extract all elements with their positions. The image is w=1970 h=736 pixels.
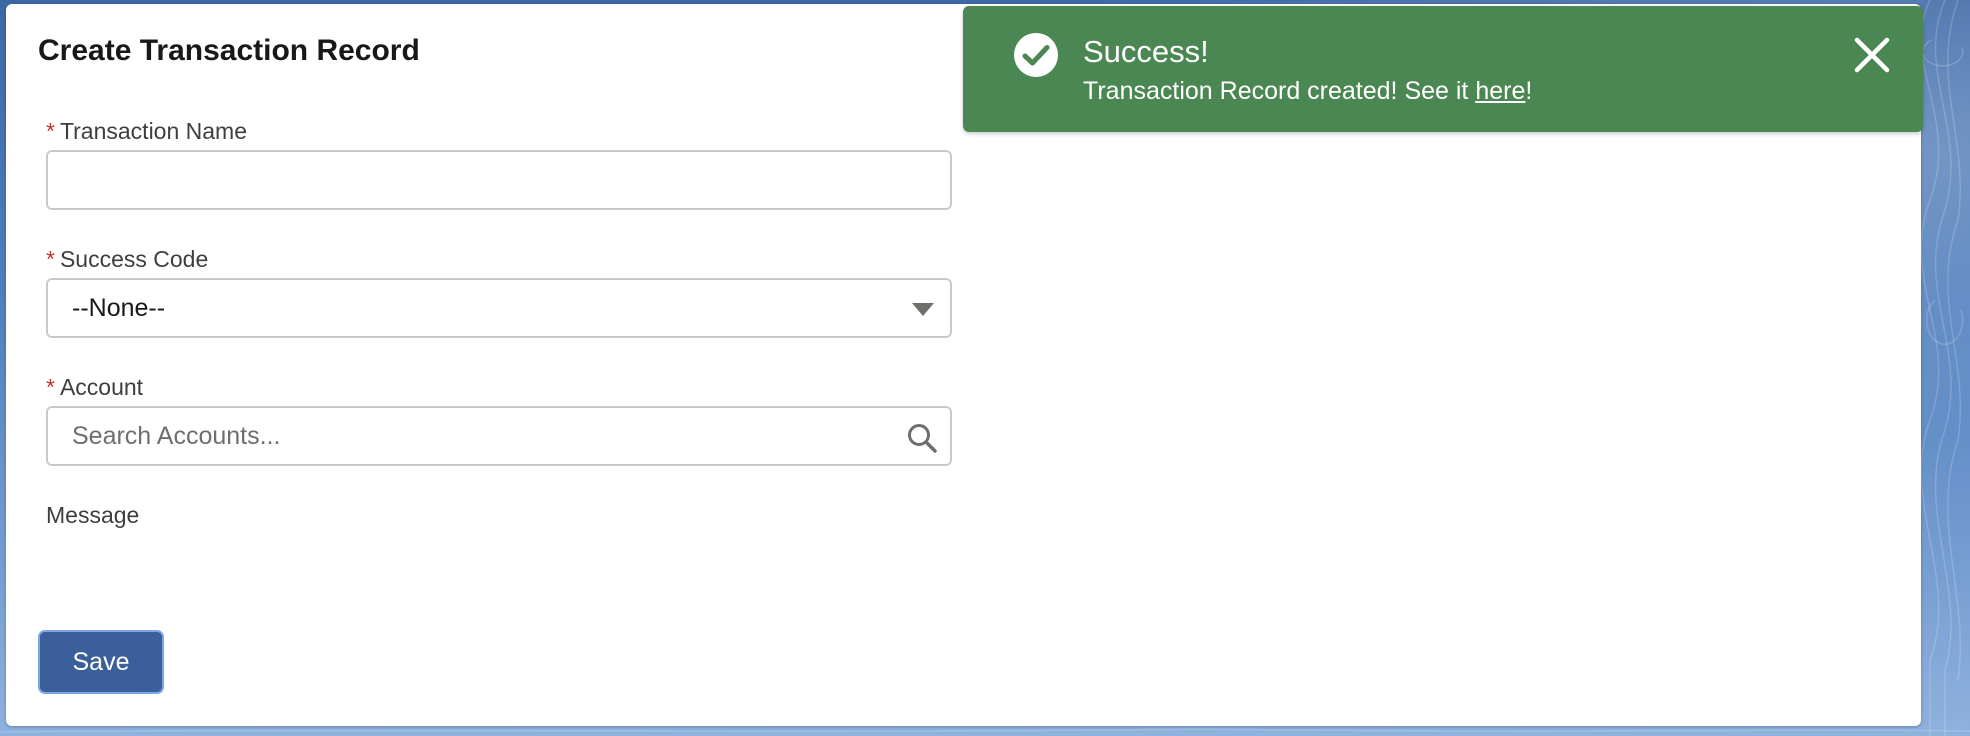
toast-title: Success! <box>1083 34 1209 69</box>
transaction-name-label: * Transaction Name <box>46 118 247 145</box>
required-marker: * <box>46 374 55 400</box>
toast-record-link[interactable]: here <box>1475 77 1525 105</box>
success-code-label-text: Success Code <box>59 246 209 272</box>
toast-message-suffix: ! <box>1525 77 1533 105</box>
account-label-text: Account <box>59 374 144 400</box>
close-icon[interactable] <box>1851 34 1893 76</box>
account-label: * Account <box>46 374 143 401</box>
caret-down-icon <box>912 303 934 316</box>
transaction-name-label-text: Transaction Name <box>59 118 248 144</box>
transaction-name-input[interactable] <box>46 150 952 210</box>
success-code-selected-value: --None-- <box>72 294 166 322</box>
message-label: Message <box>46 502 140 528</box>
toast-message: Transaction Record created! See it here! <box>1083 77 1532 106</box>
save-button[interactable]: Save <box>38 630 164 694</box>
required-marker: * <box>46 246 55 272</box>
search-icon[interactable] <box>906 422 938 454</box>
success-code-label: * Success Code <box>46 246 208 273</box>
toast-message-text: Transaction Record created! See it <box>1083 77 1476 105</box>
success-toast: Success! Transaction Record created! See… <box>963 6 1923 132</box>
success-code-select[interactable]: --None-- <box>46 278 952 338</box>
account-search-input[interactable]: Search Accounts... <box>46 406 952 466</box>
required-marker: * <box>46 118 55 144</box>
account-search-placeholder: Search Accounts... <box>72 422 281 450</box>
success-check-icon <box>1014 33 1058 77</box>
card-title: Create Transaction Record <box>38 34 420 67</box>
